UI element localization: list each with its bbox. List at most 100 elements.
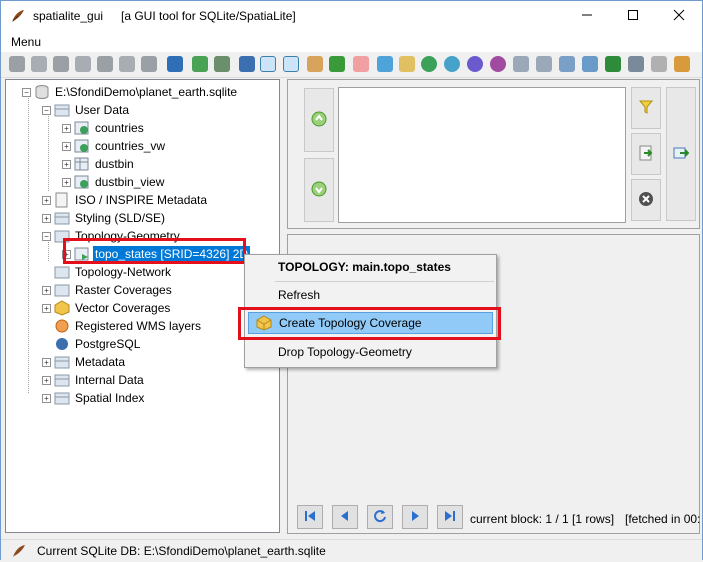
- globe-blue-icon[interactable]: [444, 56, 460, 72]
- expand-toggle[interactable]: +: [42, 195, 51, 205]
- attach-icon[interactable]: [53, 56, 69, 72]
- page-export-icon[interactable]: [536, 56, 552, 72]
- flower-icon[interactable]: [353, 56, 369, 72]
- globe-icon[interactable]: [421, 56, 437, 72]
- refresh-results-button[interactable]: [367, 505, 393, 529]
- history-forward-button[interactable]: [304, 158, 334, 222]
- collapse-toggle[interactable]: −: [42, 105, 51, 115]
- menu-button[interactable]: Menu: [11, 35, 41, 49]
- globe-purple-icon[interactable]: [467, 56, 483, 72]
- first-icon: [304, 510, 316, 525]
- link-icon[interactable]: [75, 56, 91, 72]
- expand-toggle[interactable]: +: [62, 141, 71, 151]
- list-view-icon[interactable]: [283, 56, 299, 72]
- elephant-icon[interactable]: [239, 56, 255, 72]
- collapse-toggle[interactable]: −: [42, 231, 51, 241]
- tree-item-dustbin[interactable]: + dustbin: [62, 155, 136, 173]
- load-sql-button[interactable]: [631, 133, 661, 175]
- expand-toggle[interactable]: +: [42, 285, 51, 295]
- help-icon[interactable]: [674, 56, 690, 72]
- menu-item-refresh[interactable]: Refresh: [248, 284, 493, 306]
- tree-label: dustbin_view: [95, 175, 165, 189]
- expand-toggle[interactable]: +: [62, 123, 71, 133]
- expand-toggle[interactable]: +: [42, 375, 51, 385]
- last-page-button[interactable]: [437, 505, 463, 529]
- minimize-button[interactable]: [564, 1, 610, 32]
- table-icon[interactable]: [559, 56, 575, 72]
- execute-sql-button[interactable]: [666, 87, 696, 221]
- expand-toggle[interactable]: +: [42, 357, 51, 367]
- maximize-button[interactable]: [610, 1, 656, 32]
- db-tree-panel[interactable]: − E:\SfondiDemo\planet_earth.sqlite − Us…: [5, 79, 280, 533]
- tree-label: Raster Coverages: [75, 283, 172, 297]
- sql-input[interactable]: [338, 87, 626, 223]
- tree-raster-coverages[interactable]: + Raster Coverages: [42, 281, 174, 299]
- tree-label: User Data: [75, 103, 130, 117]
- feather-icon: [10, 8, 26, 24]
- tree-label: countries_vw: [95, 139, 166, 153]
- expand-toggle[interactable]: +: [42, 303, 51, 313]
- page-icon[interactable]: [513, 56, 529, 72]
- tree-item-countries-vw[interactable]: + countries_vw: [62, 137, 167, 155]
- expand-toggle[interactable]: +: [62, 177, 71, 187]
- tree-postgresql[interactable]: PostgreSQL: [42, 335, 142, 353]
- import-icon[interactable]: [377, 56, 393, 72]
- chain-icon[interactable]: [97, 56, 113, 72]
- tree-topology-network[interactable]: Topology-Network: [42, 263, 173, 281]
- tree-line: [28, 93, 29, 393]
- menu-item-drop-topology-geometry[interactable]: Drop Topology-Geometry: [248, 341, 493, 363]
- tree-label: ISO / INSPIRE Metadata: [75, 193, 208, 207]
- sphere-icon[interactable]: [490, 56, 506, 72]
- menu-bar: Menu: [1, 32, 702, 52]
- expand-toggle[interactable]: +: [42, 213, 51, 223]
- save-icon[interactable]: [582, 56, 598, 72]
- table-icon: [74, 156, 90, 172]
- tree-root[interactable]: − E:\SfondiDemo\planet_earth.sqlite: [22, 83, 239, 101]
- connect-icon[interactable]: [9, 56, 25, 72]
- clear-sql-button[interactable]: [631, 179, 661, 221]
- previous-page-button[interactable]: [332, 505, 358, 529]
- arrow-down-icon: [311, 181, 327, 200]
- spatial-table-icon: [74, 120, 90, 136]
- folder-tables-icon: [54, 210, 70, 226]
- chart-icon[interactable]: [307, 56, 323, 72]
- expand-toggle[interactable]: +: [42, 393, 51, 403]
- tree-label: PostgreSQL: [75, 337, 141, 351]
- collapse-toggle[interactable]: −: [22, 87, 31, 97]
- window-title: spatialite_gui: [33, 9, 104, 23]
- next-page-button[interactable]: [402, 505, 428, 529]
- tree-metadata[interactable]: + Metadata: [42, 353, 127, 371]
- tree-internal-data[interactable]: + Internal Data: [42, 371, 146, 389]
- disconnect-icon[interactable]: [31, 56, 47, 72]
- arrow-up-icon: [311, 111, 327, 130]
- tree-item-dustbin-view[interactable]: + dustbin_view: [62, 173, 166, 191]
- refresh-icon[interactable]: [192, 56, 208, 72]
- expand-toggle[interactable]: +: [62, 159, 71, 169]
- app-window: spatialite_gui [a GUI tool for SQLite/Sp…: [0, 0, 703, 560]
- tree-user-data[interactable]: − User Data: [42, 101, 131, 119]
- eye-icon[interactable]: [651, 56, 667, 72]
- tree-vector-coverages[interactable]: + Vector Coverages: [42, 299, 172, 317]
- tree-view-icon[interactable]: [260, 56, 276, 72]
- tree-iso-metadata[interactable]: + ISO / INSPIRE Metadata: [42, 191, 209, 209]
- close-button[interactable]: [656, 1, 702, 32]
- dbf-icon[interactable]: [628, 56, 644, 72]
- tree-spatial-index[interactable]: + Spatial Index: [42, 389, 146, 407]
- filter-button[interactable]: [631, 87, 661, 129]
- tree-item-countries[interactable]: + countries: [62, 119, 146, 137]
- database-icon[interactable]: [214, 56, 230, 72]
- bug-icon[interactable]: [329, 56, 345, 72]
- tree-styling[interactable]: + Styling (SLD/SE): [42, 209, 167, 227]
- first-page-button[interactable]: [297, 505, 323, 529]
- wand-icon[interactable]: [141, 56, 157, 72]
- history-back-button[interactable]: [304, 88, 334, 152]
- execute-icon: [673, 145, 690, 164]
- script-icon[interactable]: [399, 56, 415, 72]
- elephant-icon: [54, 336, 70, 352]
- pencil-icon[interactable]: [167, 56, 183, 72]
- spatial-view-icon: [74, 174, 90, 190]
- excel-icon[interactable]: [605, 56, 621, 72]
- tree-wms-layers[interactable]: Registered WMS layers: [42, 317, 203, 335]
- window-subtitle: [a GUI tool for SQLite/SpatiaLite]: [121, 9, 296, 23]
- network-icon[interactable]: [119, 56, 135, 72]
